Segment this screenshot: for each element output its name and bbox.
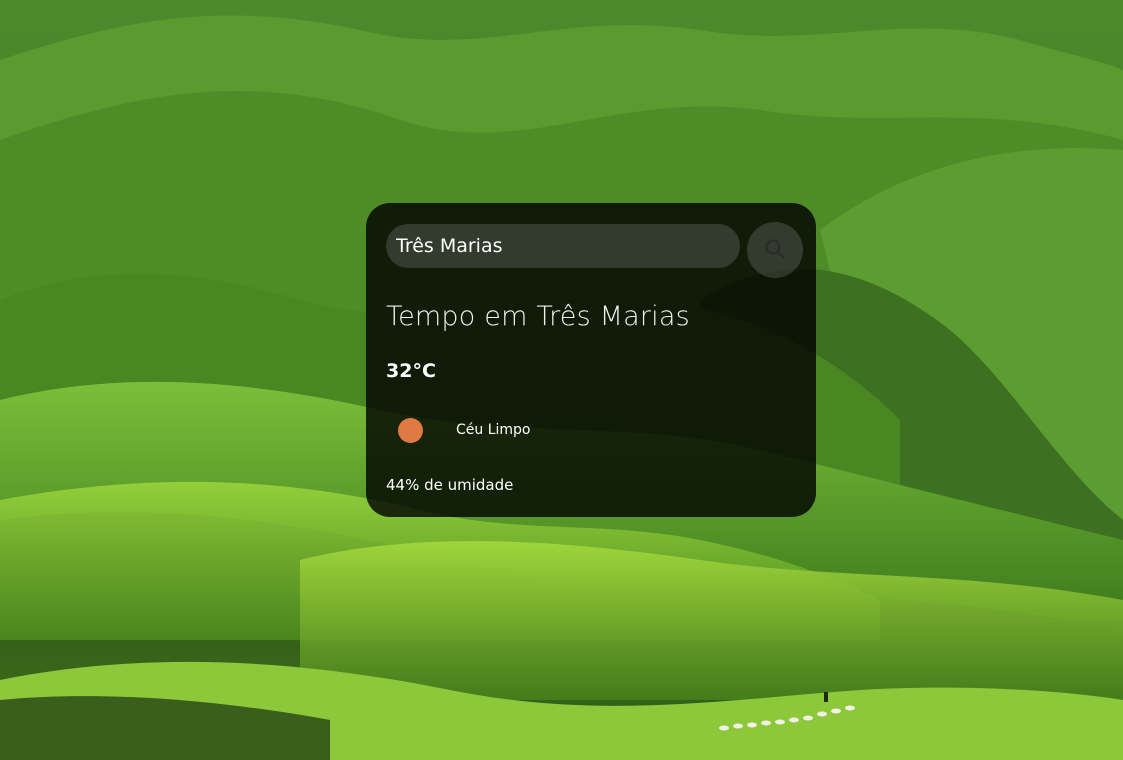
condition-label: Céu Limpo (456, 422, 531, 438)
search-icon (764, 238, 786, 263)
humidity-label: 44% de umidade (386, 476, 514, 494)
weather-title: Tempo em Três Marias (386, 301, 690, 332)
search-button[interactable] (747, 222, 803, 278)
clear-sky-icon (398, 418, 423, 443)
weather-card: Tempo em Três Marias 32°C Céu Limpo 44% … (366, 203, 816, 517)
search-bar (386, 222, 803, 278)
condition-row: Céu Limpo (386, 411, 686, 451)
temperature: 32°C (386, 360, 436, 382)
search-input[interactable] (386, 224, 740, 268)
